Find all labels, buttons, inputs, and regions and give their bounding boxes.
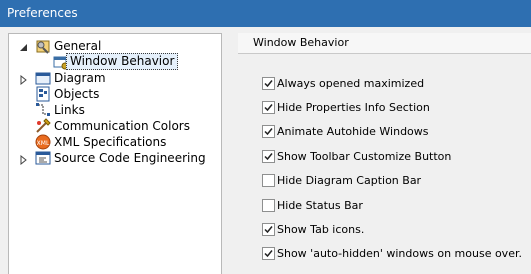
- tree-item-label: Objects: [54, 87, 100, 101]
- options-panel: Window Behavior Always opened maximized …: [230, 33, 531, 274]
- diagram-icon: [35, 70, 51, 86]
- tree-item-communication-colors[interactable]: Communication Colors: [17, 118, 217, 134]
- tree-item-general[interactable]: General: [17, 38, 217, 54]
- general-settings-icon: [35, 38, 51, 54]
- window-title: Preferences: [7, 6, 78, 20]
- checkbox-checked[interactable]: [262, 101, 275, 114]
- objects-icon: [35, 86, 51, 102]
- collapse-arrow-icon[interactable]: [19, 41, 29, 51]
- tree-item-label: Window Behavior: [66, 53, 179, 70]
- tree-item-source-code-engineering[interactable]: Source Code Engineering: [17, 150, 217, 166]
- checkbox-checked[interactable]: [262, 125, 275, 138]
- window-title-bar[interactable]: Preferences: [0, 0, 531, 27]
- section-header: Window Behavior: [238, 33, 531, 54]
- expand-arrow-icon[interactable]: [20, 153, 30, 166]
- tree-item-window-behavior[interactable]: Window Behavior: [53, 53, 213, 70]
- checkbox-checked[interactable]: [262, 247, 275, 260]
- tree-item-label: Source Code Engineering: [54, 151, 206, 165]
- tree-item-label: Communication Colors: [54, 119, 190, 133]
- checkbox-checked[interactable]: [262, 77, 275, 90]
- tree-item-label: General: [54, 39, 102, 53]
- checkbox-checked[interactable]: [262, 223, 275, 236]
- source-code-icon: [35, 150, 51, 166]
- tree-item-label: XML Specifications: [54, 135, 167, 149]
- xml-icon: XML: [35, 134, 51, 150]
- option-label: Hide Diagram Caption Bar: [277, 174, 422, 187]
- option-label: Show 'auto-hidden' windows on mouse over…: [277, 247, 522, 260]
- tree-item-xml-specifications[interactable]: XML XML Specifications: [17, 134, 217, 150]
- svg-text:XML: XML: [37, 140, 50, 147]
- tree-item-label: Links: [54, 103, 85, 117]
- expand-arrow-icon[interactable]: [20, 73, 30, 86]
- dialog-body: General Window Behavior Diagram Objects: [0, 27, 531, 274]
- tree-item-links[interactable]: Links: [17, 102, 217, 118]
- links-icon: [35, 102, 51, 118]
- section-title: Window Behavior: [253, 36, 349, 49]
- tree-item-label: Diagram: [54, 71, 106, 85]
- tree-item-objects[interactable]: Objects: [17, 86, 217, 102]
- palette-icon: [35, 118, 51, 134]
- option-label: Show Toolbar Customize Button: [277, 150, 452, 163]
- checkbox-checked[interactable]: [262, 150, 275, 163]
- option-label: Show Tab icons.: [277, 223, 365, 236]
- option-label: Hide Properties Info Section: [277, 101, 430, 114]
- tree-item-diagram[interactable]: Diagram: [17, 70, 217, 86]
- preferences-tree[interactable]: General Window Behavior Diagram Objects: [8, 33, 222, 274]
- option-label: Hide Status Bar: [277, 199, 363, 212]
- checkbox-unchecked[interactable]: [262, 174, 275, 187]
- checkbox-unchecked[interactable]: [262, 199, 275, 212]
- option-label: Always opened maximized: [277, 77, 425, 90]
- option-label: Animate Autohide Windows: [277, 125, 429, 138]
